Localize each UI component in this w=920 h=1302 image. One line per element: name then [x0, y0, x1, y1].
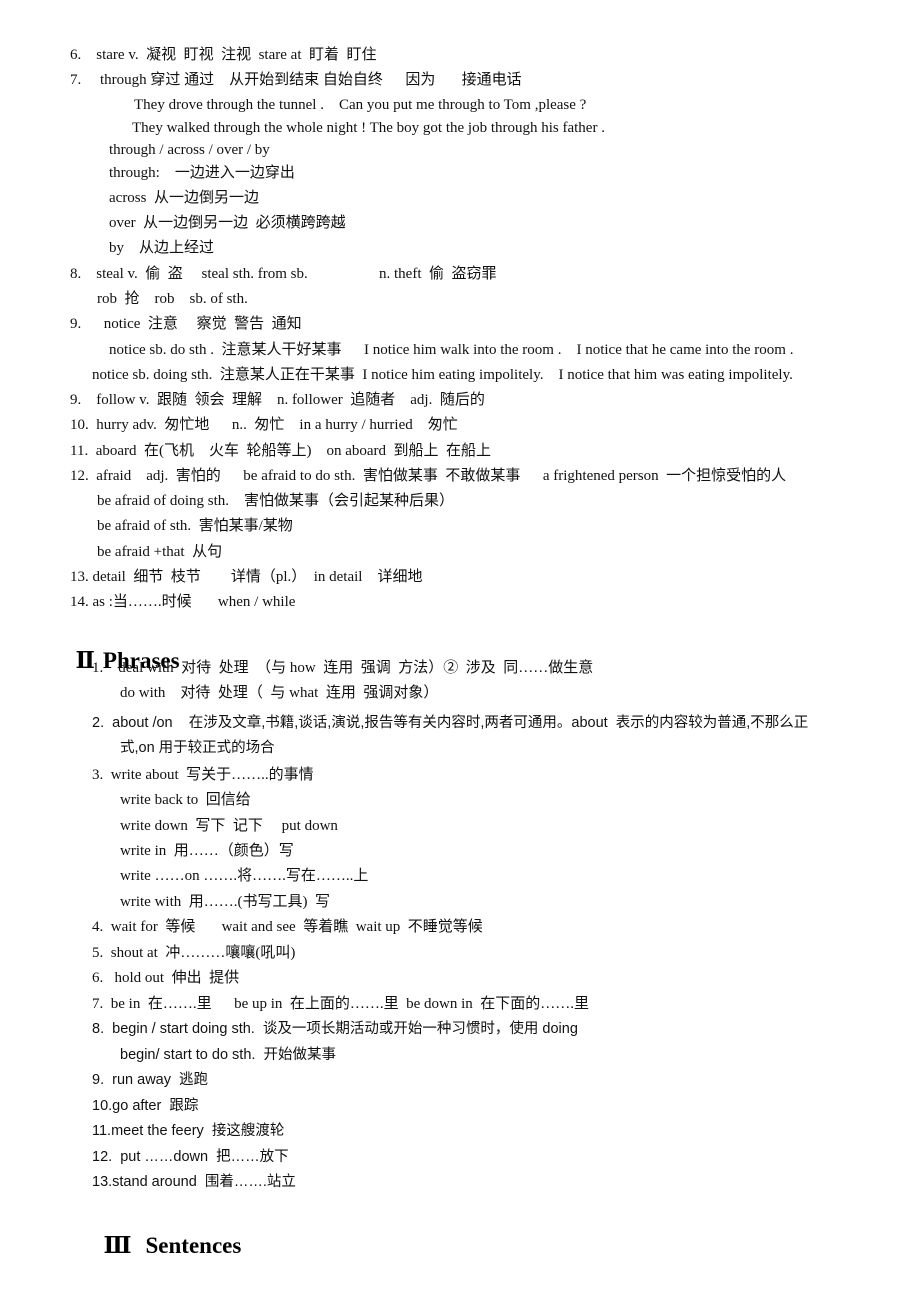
phrase-subline: write back to 回信给 — [120, 792, 251, 808]
phrase-subline: write with 用…….(书写工具) 写 — [120, 894, 330, 910]
vocab-subline: be afraid of doing sth. 害怕做某事（会引起某种后果） — [97, 493, 455, 509]
phrase-item: 3. write about 写关于……..的事情 — [92, 767, 314, 783]
phrase-subline: write in 用……（颜色）写 — [120, 843, 294, 859]
phrase-item: 11.meet the feery 接这艘渡轮 — [92, 1123, 285, 1139]
phrase-item: 10.go after 跟踪 — [92, 1098, 199, 1114]
vocab-subline: be afraid +that 从句 — [97, 544, 223, 560]
vocab-item-as: 14. as :当…….时候 when / while — [70, 594, 296, 610]
vocab-subline: by 从边上经过 — [109, 240, 215, 256]
phrase-item: 1. deal with 对待 处理 （与 how 连用 强调 方法）② 涉及 … — [92, 660, 594, 676]
phrase-item: 8. begin / start doing sth. 谈及一项长期活动或开始一… — [92, 1021, 578, 1037]
vocab-item-notice: 9. notice 注意 察觉 警告 通知 — [70, 316, 302, 332]
vocab-item-through: 7. through 穿过 通过 从开始到结束 自始自终 因为 接通电话 — [70, 72, 522, 88]
phrase-item: 7. be in 在…….里 be up in 在上面的…….里 be down… — [92, 996, 590, 1012]
phrase-item: 4. wait for 等候 wait and see 等着瞧 wait up … — [92, 919, 483, 935]
phrase-item: 12. put ……down 把……放下 — [92, 1149, 289, 1165]
vocab-subline: notice sb. do sth . 注意某人干好某事 I notice hi… — [109, 342, 794, 358]
example-sentence: They walked through the whole night ! Th… — [132, 120, 605, 136]
vocab-item-afraid: 12. afraid adj. 害怕的 be afraid to do sth.… — [70, 468, 787, 484]
vocab-subline: through: 一边进入一边穿出 — [109, 165, 295, 181]
vocab-subline: across 从一边倒另一边 — [109, 190, 259, 206]
phrase-item: 5. shout at 冲………嚷嚷(吼叫) — [92, 945, 296, 961]
section-title: Sentences — [145, 1233, 242, 1258]
vocab-item-hurry: 10. hurry adv. 匆忙地 n.. 匆忙 in a hurry / h… — [70, 417, 458, 433]
section-heading-sentences: Ⅲ Sentences — [92, 1204, 242, 1260]
example-sentence: They drove through the tunnel . Can you … — [134, 97, 587, 113]
phrase-subline: begin/ start to do sth. 开始做某事 — [120, 1047, 336, 1063]
phrase-subline: 式,on 用于较正式的场合 — [120, 740, 275, 756]
vocab-item-follow: 9. follow v. 跟随 领会 理解 n. follower 追随者 ad… — [70, 392, 485, 408]
phrase-item: 6. hold out 伸出 提供 — [92, 970, 240, 986]
phrase-item: 13.stand around 围着…….站立 — [92, 1174, 296, 1190]
vocab-subline: through / across / over / by — [109, 142, 270, 158]
vocab-item-detail: 13. detail 细节 枝节 详情（pl.） in detail 详细地 — [70, 569, 423, 585]
phrase-subline: write ……on …….将…….写在……..上 — [120, 868, 369, 884]
vocab-subline: notice sb. doing sth. 注意某人正在干某事 I notice… — [92, 367, 793, 383]
vocab-item-aboard: 11. aboard 在(飞机 火车 轮船等上) on aboard 到船上 在… — [70, 443, 492, 459]
vocab-item-steal: 8. steal v. 偷 盗 steal sth. from sb. n. t… — [70, 266, 497, 282]
vocab-item-stare: 6. stare v. 凝视 盯视 注视 stare at 盯着 盯住 — [70, 47, 377, 63]
vocab-subline: rob 抢 rob sb. of sth. — [97, 291, 248, 307]
section-numeral: Ⅲ — [103, 1233, 132, 1258]
vocab-subline: over 从一边倒另一边 必须横跨跨越 — [109, 215, 346, 231]
phrase-subline: write down 写下 记下 put down — [120, 818, 338, 834]
phrase-subline: do with 对待 处理（ 与 what 连用 强调对象） — [120, 685, 439, 701]
phrase-item: 2. about /on 在涉及文章,书籍,谈话,演说,报告等有关内容时,两者可… — [92, 715, 809, 731]
phrase-item: 9. run away 逃跑 — [92, 1072, 209, 1088]
vocab-subline: be afraid of sth. 害怕某事/某物 — [97, 518, 293, 534]
